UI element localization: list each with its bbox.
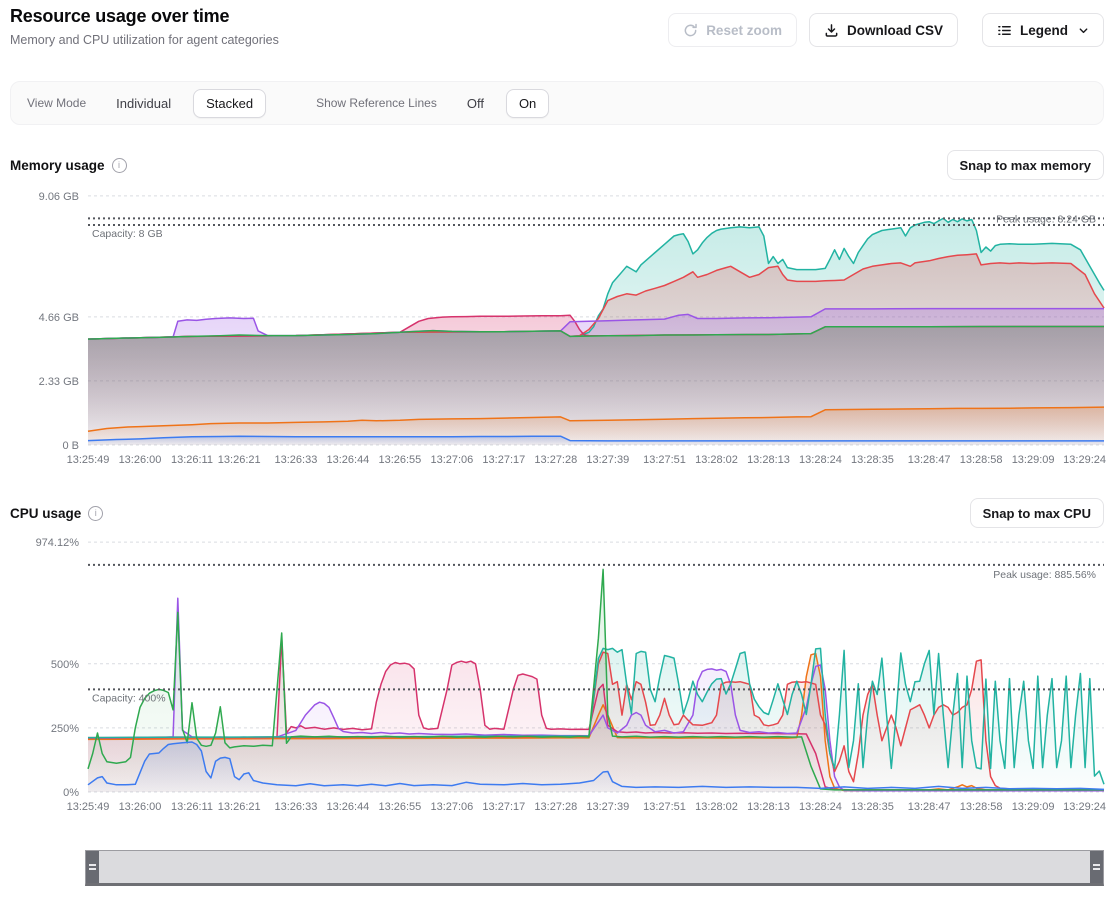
- cpu-title-text: CPU usage: [10, 506, 81, 521]
- download-icon: [824, 23, 839, 38]
- svg-text:13:29:24: 13:29:24: [1063, 454, 1106, 466]
- snap-max-memory-button[interactable]: Snap to max memory: [947, 150, 1105, 180]
- svg-text:13:25:49: 13:25:49: [67, 801, 110, 813]
- svg-text:4.66 GB: 4.66 GB: [39, 312, 79, 324]
- svg-text:9.06 GB: 9.06 GB: [39, 191, 79, 203]
- reset-icon: [683, 23, 698, 38]
- cpu-section-title: CPU usage i: [10, 506, 103, 521]
- svg-text:13:27:51: 13:27:51: [643, 454, 686, 466]
- info-icon[interactable]: i: [112, 158, 127, 173]
- svg-text:500%: 500%: [51, 659, 79, 671]
- svg-text:13:29:09: 13:29:09: [1012, 801, 1055, 813]
- download-csv-label: Download CSV: [847, 23, 943, 38]
- memory-chart[interactable]: 9.06 GB 4.66 GB 2.33 GB 0 B 13:25:49 13:26:00…: [0, 185, 1116, 480]
- svg-text:Capacity: 400%: Capacity: 400%: [92, 692, 166, 704]
- svg-text:974.12%: 974.12%: [36, 537, 80, 549]
- cpu-section-header: CPU usage i Snap to max CPU: [10, 496, 1104, 530]
- svg-text:13:26:21: 13:26:21: [218, 801, 261, 813]
- chevron-down-icon: [1078, 25, 1089, 36]
- svg-text:13:28:35: 13:28:35: [851, 801, 894, 813]
- svg-text:13:28:13: 13:28:13: [747, 801, 790, 813]
- svg-text:13:27:28: 13:27:28: [534, 801, 577, 813]
- legend-label: Legend: [1020, 23, 1068, 38]
- page-subtitle: Memory and CPU utilization for agent cat…: [10, 33, 279, 47]
- download-csv-button[interactable]: Download CSV: [809, 13, 958, 47]
- reference-lines-on-button[interactable]: On: [506, 89, 549, 118]
- reference-lines-label: Show Reference Lines: [316, 96, 437, 110]
- cpu-chart[interactable]: 974.12% 500% 250% 0% 13:25:49 13:26:00 13:26:1…: [0, 533, 1116, 825]
- svg-text:13:28:35: 13:28:35: [851, 454, 894, 466]
- svg-text:13:26:21: 13:26:21: [218, 454, 261, 466]
- page-header: Resource usage over time Memory and CPU …: [10, 6, 1104, 47]
- page-title: Resource usage over time: [10, 6, 279, 27]
- reset-zoom-label: Reset zoom: [706, 23, 782, 38]
- svg-text:13:27:28: 13:27:28: [534, 454, 577, 466]
- svg-text:250%: 250%: [51, 723, 79, 735]
- svg-text:2.33 GB: 2.33 GB: [39, 376, 79, 388]
- svg-text:13:28:02: 13:28:02: [695, 801, 738, 813]
- svg-text:13:28:58: 13:28:58: [960, 454, 1003, 466]
- svg-text:13:28:47: 13:28:47: [908, 454, 951, 466]
- reset-zoom-button[interactable]: Reset zoom: [668, 13, 797, 47]
- legend-list-icon: [997, 23, 1012, 38]
- resource-usage-page: Resource usage over time Memory and CPU …: [0, 0, 1116, 906]
- svg-text:13:26:00: 13:26:00: [119, 454, 162, 466]
- svg-text:13:26:11: 13:26:11: [171, 801, 213, 813]
- snap-max-cpu-button[interactable]: Snap to max CPU: [970, 498, 1104, 528]
- svg-text:0 B: 0 B: [62, 440, 79, 452]
- svg-text:13:26:33: 13:26:33: [275, 454, 318, 466]
- legend-button[interactable]: Legend: [982, 13, 1104, 47]
- svg-text:13:28:47: 13:28:47: [908, 801, 951, 813]
- view-mode-stacked-button[interactable]: Stacked: [193, 89, 266, 118]
- scrollbar-right-handle[interactable]: [1090, 851, 1103, 883]
- header-text: Resource usage over time Memory and CPU …: [10, 6, 279, 47]
- svg-text:13:27:51: 13:27:51: [643, 801, 686, 813]
- info-icon[interactable]: i: [88, 506, 103, 521]
- svg-text:13:26:55: 13:26:55: [378, 454, 421, 466]
- svg-text:0%: 0%: [63, 787, 79, 799]
- svg-text:13:27:39: 13:27:39: [586, 454, 629, 466]
- svg-text:13:27:17: 13:27:17: [482, 454, 525, 466]
- memory-title-text: Memory usage: [10, 158, 105, 173]
- svg-text:13:27:17: 13:27:17: [482, 801, 525, 813]
- view-toolbar: View Mode Individual Stacked Show Refere…: [10, 81, 1104, 125]
- scrollbar-left-handle[interactable]: [86, 851, 99, 883]
- svg-text:13:27:39: 13:27:39: [586, 801, 629, 813]
- memory-section-title: Memory usage i: [10, 158, 127, 173]
- view-mode-label: View Mode: [27, 96, 86, 110]
- svg-text:Peak usage: 885.56%: Peak usage: 885.56%: [993, 569, 1096, 581]
- time-range-scrollbar[interactable]: [85, 850, 1104, 886]
- reference-lines-off-button[interactable]: Off: [455, 90, 496, 117]
- svg-text:13:29:09: 13:29:09: [1012, 454, 1055, 466]
- svg-text:13:26:00: 13:26:00: [119, 801, 162, 813]
- svg-text:13:28:13: 13:28:13: [747, 454, 790, 466]
- svg-text:13:26:11: 13:26:11: [171, 454, 213, 466]
- svg-text:13:28:24: 13:28:24: [799, 801, 842, 813]
- svg-text:13:28:24: 13:28:24: [799, 454, 842, 466]
- svg-text:13:28:58: 13:28:58: [960, 801, 1003, 813]
- svg-text:13:29:24: 13:29:24: [1063, 801, 1106, 813]
- svg-text:13:26:55: 13:26:55: [378, 801, 421, 813]
- header-actions: Reset zoom Download CSV Legend: [668, 6, 1104, 47]
- svg-text:13:26:33: 13:26:33: [275, 801, 318, 813]
- svg-text:Peak usage: 8.24 GB: Peak usage: 8.24 GB: [996, 213, 1096, 225]
- svg-text:Capacity: 8 GB: Capacity: 8 GB: [92, 228, 163, 240]
- svg-text:13:26:44: 13:26:44: [326, 801, 369, 813]
- svg-text:13:28:02: 13:28:02: [695, 454, 738, 466]
- view-mode-individual-button[interactable]: Individual: [104, 90, 183, 117]
- svg-text:13:27:06: 13:27:06: [430, 801, 473, 813]
- svg-text:13:25:49: 13:25:49: [67, 454, 110, 466]
- svg-text:13:26:44: 13:26:44: [326, 454, 369, 466]
- memory-section-header: Memory usage i Snap to max memory: [10, 148, 1104, 182]
- svg-text:13:27:06: 13:27:06: [430, 454, 473, 466]
